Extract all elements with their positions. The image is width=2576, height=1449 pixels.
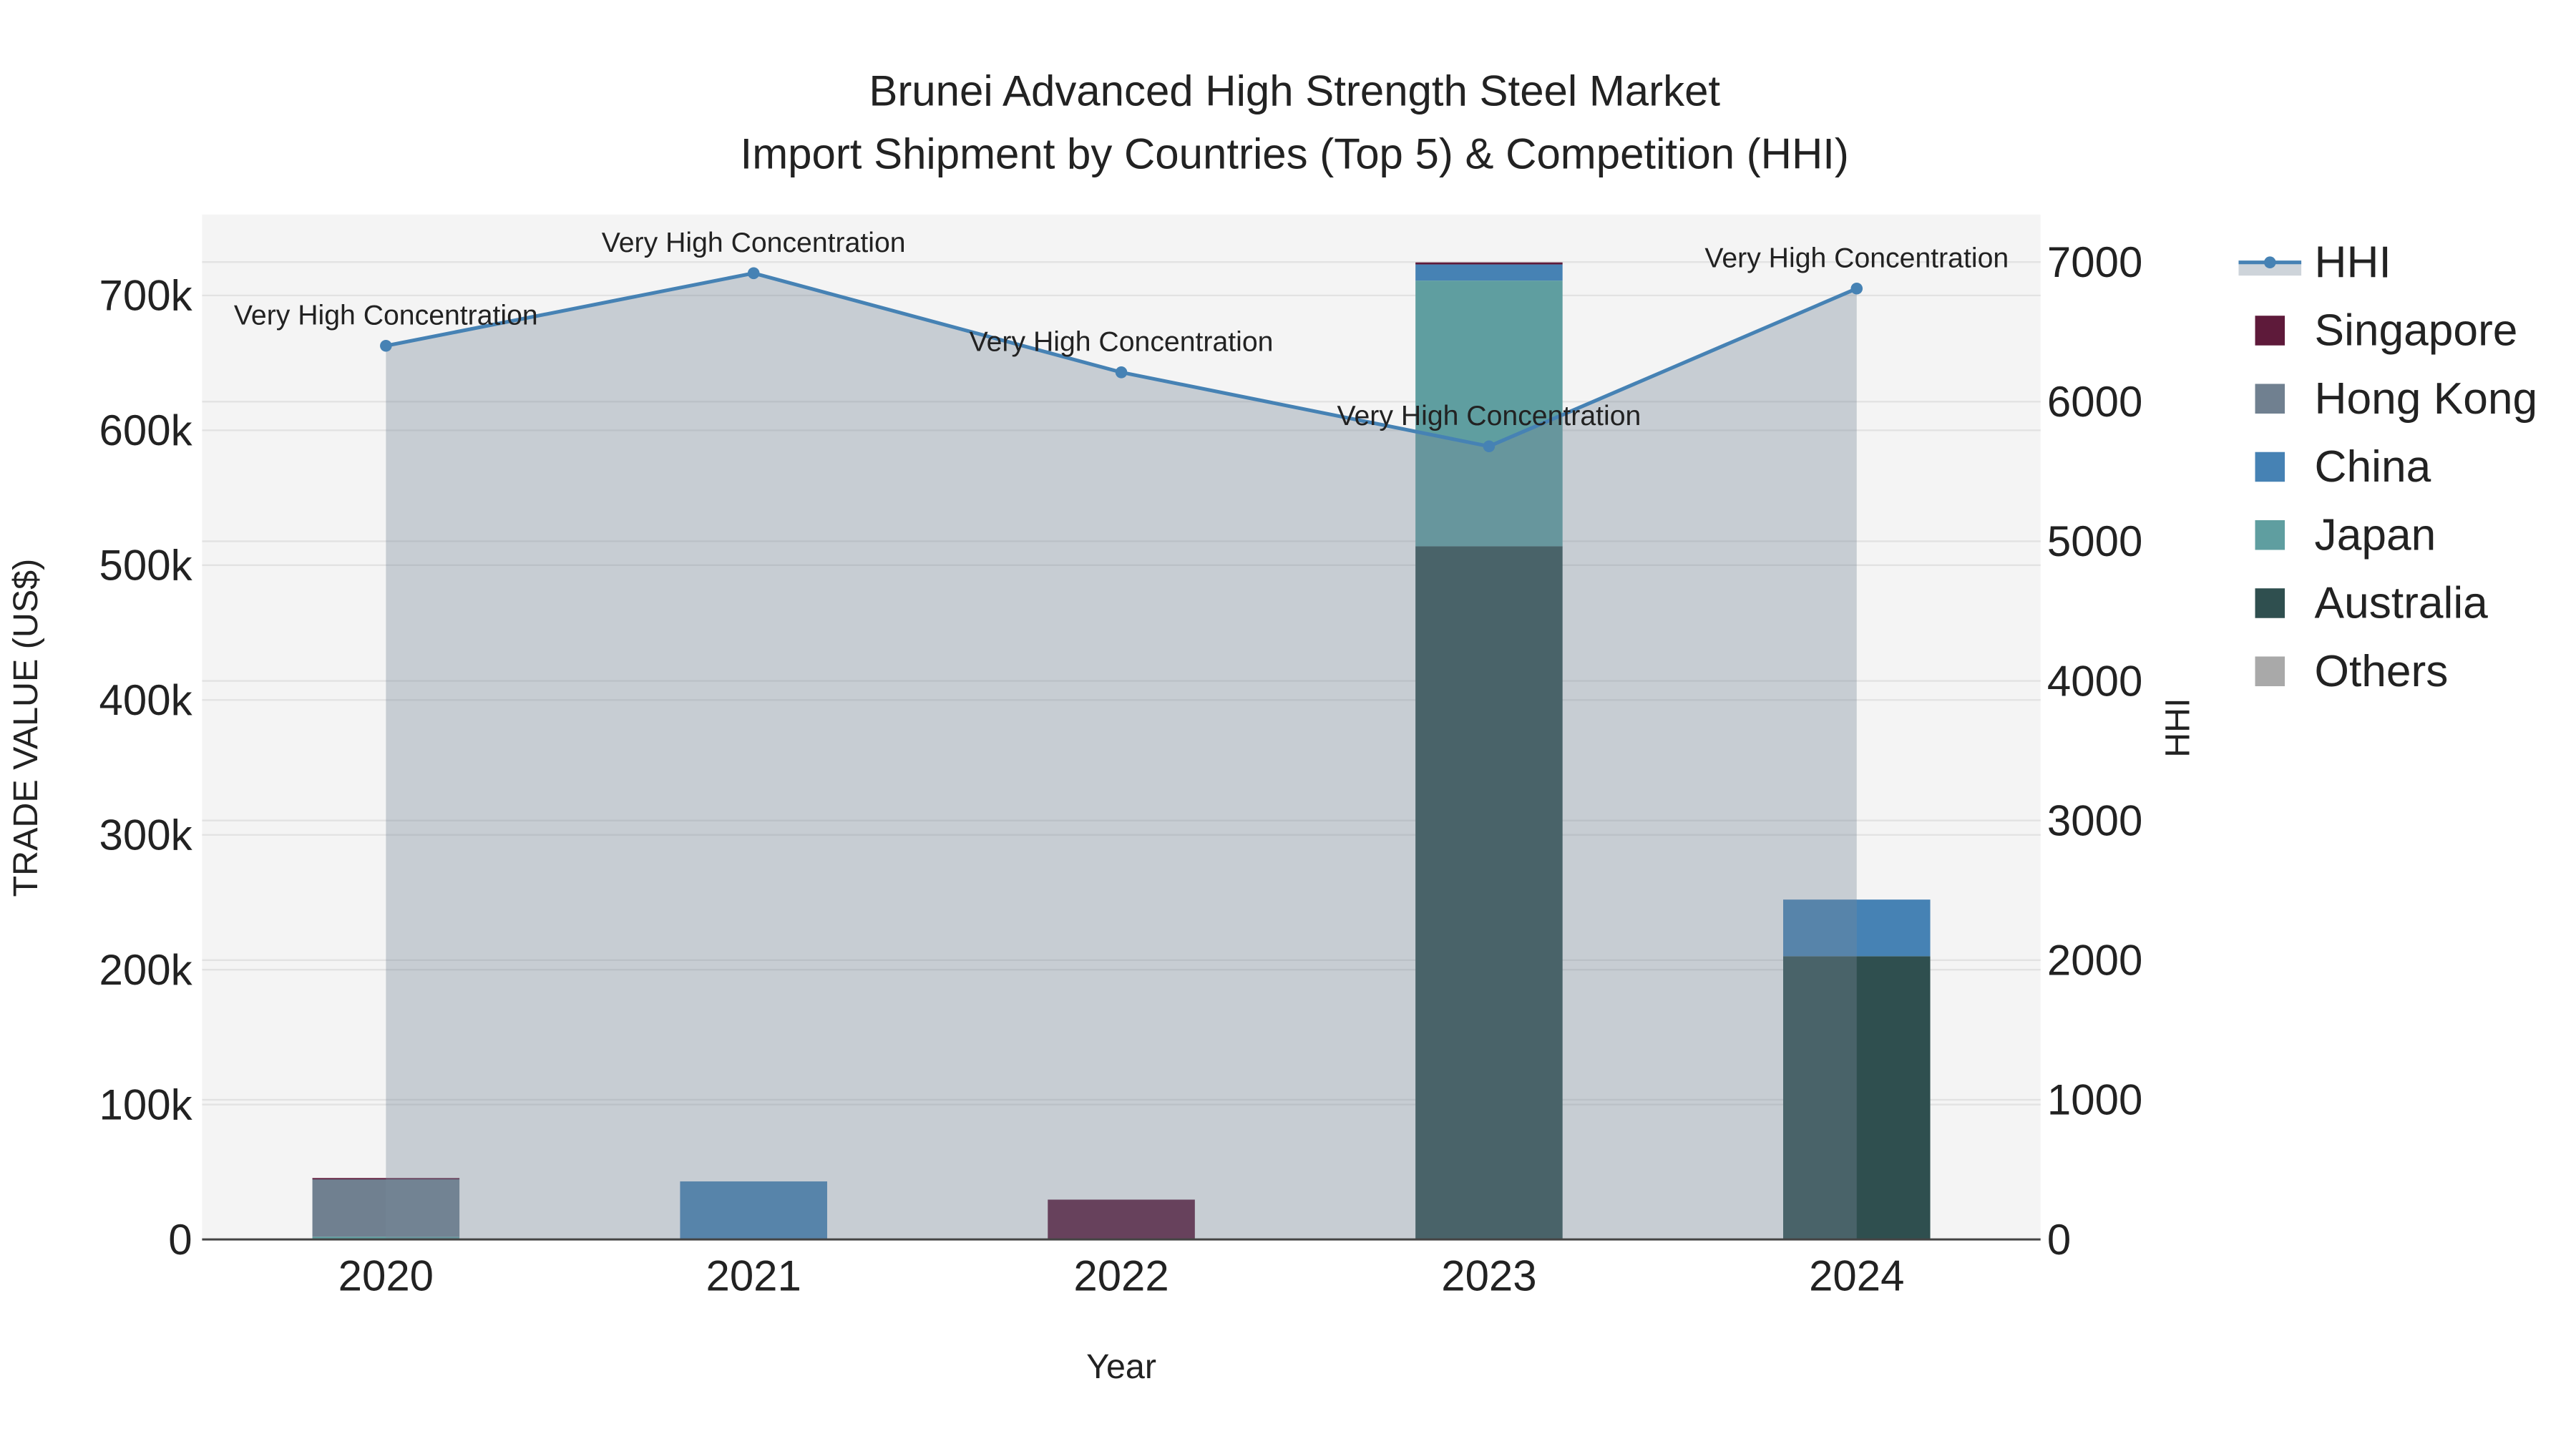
- hhi-point: [1483, 440, 1496, 453]
- y2-tick-label: 2000: [2047, 937, 2142, 985]
- y-axis-title: TRADE VALUE (US$): [6, 559, 45, 897]
- legend-label: Hong Kong: [2315, 374, 2538, 424]
- x-tick-label: 2023: [1441, 1252, 1536, 1300]
- legend-item-others: Others: [2255, 647, 2449, 696]
- y-tick-label: 100k: [99, 1080, 193, 1128]
- hhi-point: [1115, 366, 1128, 379]
- legend-label: HHI: [2315, 238, 2391, 287]
- y2-tick-label: 0: [2047, 1216, 2071, 1264]
- y2-tick-label: 6000: [2047, 378, 2142, 426]
- y-tick-label: 500k: [99, 542, 193, 590]
- y-tick-label: 200k: [99, 946, 193, 994]
- x-axis-title: Year: [1086, 1347, 1156, 1386]
- legend-swatch: [2255, 519, 2285, 550]
- legend-label: China: [2315, 442, 2431, 492]
- legend-swatch-hhi-marker: [2263, 256, 2276, 269]
- legend-label: Others: [2315, 647, 2449, 696]
- hhi-series: Very High Concentration Very High Concent…: [234, 228, 2009, 1240]
- y2-axis-ticks: 0 1000 2000 3000 4000 5000 6000 7000: [2047, 238, 2142, 1264]
- legend-swatch: [2255, 452, 2285, 482]
- legend-label: Australia: [2315, 579, 2489, 628]
- bar-singapore: [1415, 262, 1563, 265]
- legend-item-hhi: HHI: [2238, 238, 2391, 287]
- y-axis-ticks: 0 100k 200k 300k 400k 500k 600k 700k: [99, 272, 193, 1264]
- legend-label: Japan: [2315, 510, 2436, 560]
- y-tick-label: 600k: [99, 406, 193, 454]
- legend-swatch: [2255, 656, 2285, 686]
- legend-item-japan: Japan: [2255, 510, 2436, 560]
- x-tick-label: 2021: [706, 1252, 801, 1300]
- legend-swatch: [2255, 384, 2285, 414]
- x-tick-label: 2024: [1809, 1252, 1904, 1300]
- hhi-point: [747, 267, 760, 280]
- legend-label: Singapore: [2315, 306, 2518, 356]
- y2-tick-label: 1000: [2047, 1076, 2142, 1124]
- legend-item-australia: Australia: [2255, 579, 2489, 628]
- y-tick-label: 700k: [99, 272, 193, 320]
- hhi-annotation: Very High Concentration: [234, 300, 538, 331]
- y-tick-label: 400k: [99, 676, 193, 724]
- hhi-point: [380, 339, 392, 352]
- legend-item-singapore: Singapore: [2255, 306, 2518, 356]
- legend: HHI Singapore Hong Kong China Japan Australia…: [2238, 238, 2537, 696]
- y-tick-label: 300k: [99, 811, 193, 859]
- legend-item-hong-kong: Hong Kong: [2255, 374, 2538, 424]
- x-axis-ticks: 2020 2021 2022 2023 2024: [338, 1252, 1905, 1300]
- legend-swatch: [2255, 316, 2285, 346]
- chart-title: Brunei Advanced High Strength Steel Mark…: [869, 67, 1720, 115]
- hhi-annotation: Very High Concentration: [1337, 401, 1641, 431]
- hhi-annotation: Very High Concentration: [602, 228, 906, 258]
- legend-swatch: [2255, 588, 2285, 618]
- chart-subtitle: Import Shipment by Countries (Top 5) & C…: [741, 130, 1849, 177]
- x-tick-label: 2020: [338, 1252, 434, 1300]
- y2-tick-label: 3000: [2047, 796, 2142, 844]
- y2-axis-title: HHI: [2158, 698, 2197, 757]
- y2-tick-label: 7000: [2047, 238, 2142, 286]
- y2-tick-label: 4000: [2047, 657, 2142, 705]
- chart: Very High Concentration Very High Concent…: [6, 67, 2537, 1386]
- y-tick-label: 0: [168, 1216, 192, 1264]
- hhi-annotation: Very High Concentration: [1704, 243, 2009, 273]
- y2-tick-label: 5000: [2047, 517, 2142, 565]
- x-tick-label: 2022: [1073, 1252, 1169, 1300]
- legend-item-china: China: [2255, 442, 2431, 492]
- bar-china: [1415, 264, 1563, 281]
- hhi-annotation: Very High Concentration: [970, 326, 1274, 357]
- hhi-point: [1850, 282, 1863, 295]
